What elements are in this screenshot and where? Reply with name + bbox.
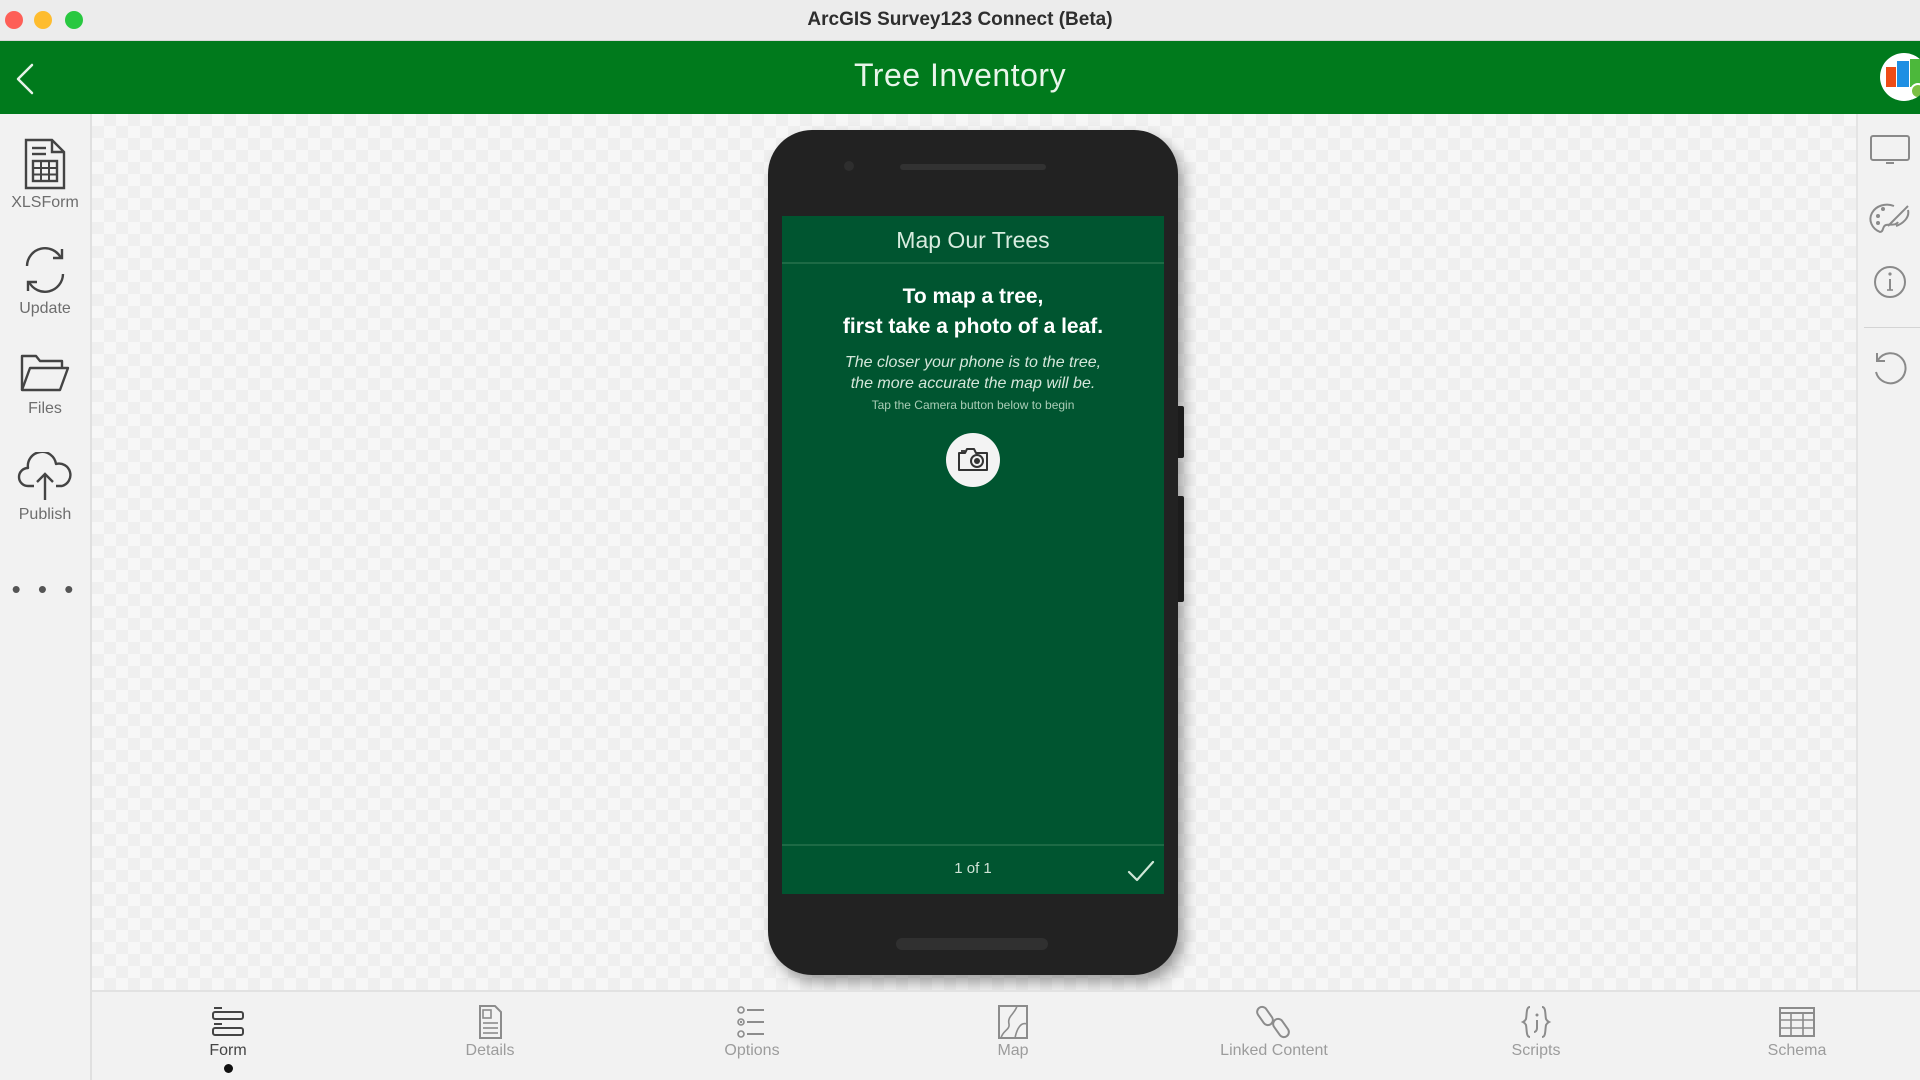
palette-icon xyxy=(1869,203,1910,234)
app-header: Tree Inventory xyxy=(0,41,1920,114)
submit-button[interactable] xyxy=(1126,858,1156,884)
right-toolbar xyxy=(1856,114,1920,990)
phone-home-bar xyxy=(896,938,1048,950)
info-button[interactable] xyxy=(1866,260,1914,308)
form-hint: Tap the Camera button below to begin xyxy=(871,398,1075,412)
heading-line-2: first take a photo of a leaf. xyxy=(842,315,1104,338)
tab-options-label: Options xyxy=(724,1042,780,1059)
spreadsheet-icon xyxy=(24,138,66,190)
monitor-icon xyxy=(1870,135,1910,164)
options-list-icon xyxy=(737,1006,764,1038)
description-line-1: The closer your phone is to the tree, xyxy=(844,354,1102,371)
device-preview-button[interactable] xyxy=(1866,130,1914,178)
xlsform-button[interactable]: XLSForm xyxy=(0,138,90,212)
scripts-icon xyxy=(1520,1006,1552,1038)
tab-options[interactable]: Options xyxy=(672,1004,832,1060)
window-titlebar: ArcGIS Survey123 Connect (Beta) xyxy=(0,0,1920,41)
form-heading: To map a tree, first take a photo of a l… xyxy=(782,282,1164,342)
update-button[interactable]: Update xyxy=(0,244,90,318)
tab-form-label: Form xyxy=(209,1042,247,1059)
update-label: Update xyxy=(19,300,71,317)
tab-schema-label: Schema xyxy=(1767,1042,1827,1059)
tab-schema[interactable]: Schema xyxy=(1717,1004,1877,1060)
phone-speaker xyxy=(900,164,1046,170)
right-toolbar-divider xyxy=(1864,327,1920,328)
tab-linked-content-label: Linked Content xyxy=(1220,1042,1328,1059)
table-icon xyxy=(1779,1007,1815,1037)
camera-icon xyxy=(958,448,988,471)
reset-icon xyxy=(1875,352,1907,385)
heading-line-1: To map a tree, xyxy=(902,285,1044,308)
cloud-upload-icon xyxy=(17,452,72,500)
form-title: Map Our Trees xyxy=(896,227,1050,253)
reset-button[interactable] xyxy=(1866,346,1914,394)
tab-details[interactable]: Details xyxy=(410,1004,570,1060)
files-button[interactable]: Files xyxy=(0,350,90,418)
bottom-tab-bar: Form Details Options Map Linked Content … xyxy=(92,990,1920,1080)
phone-side-button xyxy=(1178,406,1184,458)
tab-scripts-label: Scripts xyxy=(1511,1042,1561,1059)
description-line-2: the more accurate the map will be. xyxy=(850,375,1096,392)
survey-thumbnail-icon[interactable] xyxy=(1880,53,1920,101)
theme-button[interactable] xyxy=(1866,196,1914,244)
xlsform-label: XLSForm xyxy=(11,194,79,211)
camera-button[interactable] xyxy=(946,433,1000,487)
phone-camera xyxy=(844,161,854,171)
tab-map-label: Map xyxy=(997,1042,1029,1059)
checkmark-icon xyxy=(1127,860,1155,882)
left-toolbar: XLSForm Update Files Publish • • • xyxy=(0,114,92,1080)
details-icon xyxy=(479,1005,502,1039)
map-icon xyxy=(998,1005,1028,1039)
tab-details-label: Details xyxy=(465,1042,515,1059)
form-header: Map Our Trees xyxy=(782,216,1164,264)
publish-button[interactable]: Publish xyxy=(0,452,90,524)
phone-preview: Map Our Trees To map a tree, first take … xyxy=(768,130,1184,975)
files-label: Files xyxy=(28,400,62,417)
tab-linked-content[interactable]: Linked Content xyxy=(1194,1004,1354,1060)
form-icon xyxy=(212,1007,244,1036)
form-description: The closer your phone is to the tree, th… xyxy=(782,352,1164,394)
info-icon xyxy=(1874,266,1906,298)
tab-form[interactable]: Form xyxy=(148,1004,308,1073)
refresh-icon xyxy=(25,247,65,293)
survey-screen: Map Our Trees To map a tree, first take … xyxy=(782,216,1164,894)
tab-scripts[interactable]: Scripts xyxy=(1456,1004,1616,1060)
publish-label: Publish xyxy=(18,506,72,523)
more-options-button[interactable]: • • • xyxy=(0,574,90,605)
folder-icon xyxy=(20,354,70,392)
survey-title: Tree Inventory xyxy=(853,57,1067,93)
phone-side-button xyxy=(1178,496,1184,602)
active-tab-indicator xyxy=(223,1064,233,1073)
link-icon xyxy=(1256,1005,1290,1039)
window-title: ArcGIS Survey123 Connect (Beta) xyxy=(807,9,1113,30)
page-indicator: 1 of 1 xyxy=(954,860,992,877)
tab-map[interactable]: Map xyxy=(933,1004,1093,1060)
form-footer: 1 of 1 xyxy=(782,844,1164,894)
